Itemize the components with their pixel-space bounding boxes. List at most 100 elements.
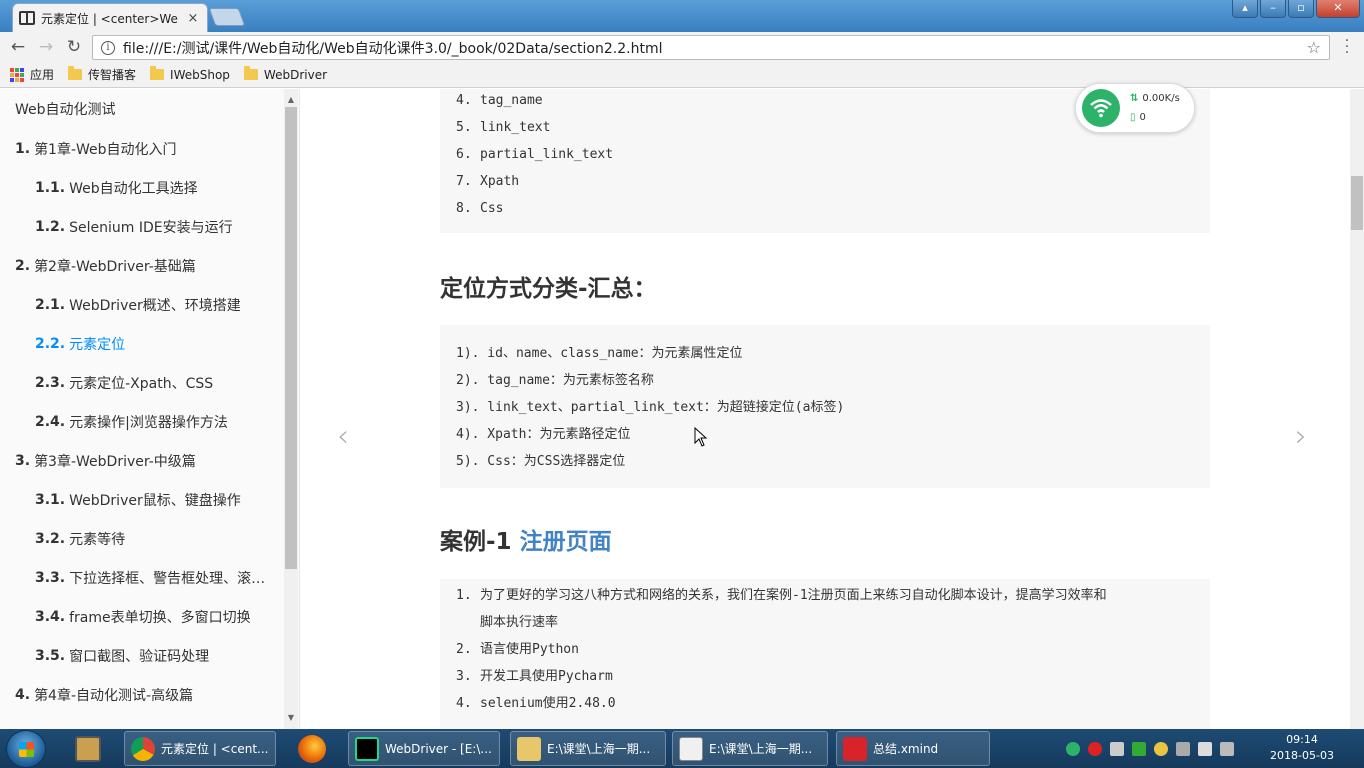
item-label: WebDriver鼠标、键盘操作 — [69, 492, 241, 509]
sidebar-item[interactable]: 2.3. 元素定位-Xpath、CSS — [0, 363, 299, 402]
item-number: 3.1. — [35, 491, 66, 508]
minimize-button[interactable]: – — [1260, 0, 1286, 18]
bookmark-label: WebDriver — [263, 67, 328, 82]
item-label: Web自动化工具选择 — [69, 180, 198, 197]
scroll-down-icon[interactable]: ▼ — [284, 713, 298, 722]
task-explorer-1[interactable]: E:\课堂\上海一期... — [510, 731, 666, 766]
folder-icon — [150, 66, 165, 80]
flag-icon[interactable] — [1176, 741, 1190, 756]
browser-tab[interactable]: 元素定位 | <center>We × — [12, 3, 208, 32]
chrome-icon — [131, 736, 155, 761]
start-button[interactable] — [6, 730, 46, 768]
item-number: 2.3. — [35, 374, 66, 391]
sidebar-item[interactable]: 2. 第2章-WebDriver-基础篇 — [0, 246, 299, 285]
prev-page-icon[interactable]: ‹ — [337, 419, 349, 454]
book-title-text: Web自动化测试 — [15, 102, 116, 118]
case-heading: 案例-1 注册页面 — [440, 522, 612, 556]
volume-icon[interactable] — [1220, 741, 1234, 756]
device-tray-icon[interactable] — [1110, 741, 1124, 756]
sidebar-item[interactable]: 2.4. 元素操作|浏览器操作方法 — [0, 402, 299, 441]
sidebar-item[interactable]: 3.4. frame表单切换、多窗口切换 — [0, 597, 299, 636]
code-block-case: 1. 为了更好的学习这八种方式和网络的关系，我们在案例-1注册页面上来练习自动化脚… — [440, 579, 1210, 729]
url-text: file:///E:/测试/课件/Web自动化/Web自动化课件3.0/_boo… — [123, 40, 663, 57]
item-label: 下拉选择框、警告框处理、滚… — [69, 570, 266, 587]
bookmark-label: 传智播客 — [88, 68, 137, 82]
sidebar-scrollbar-thumb[interactable] — [285, 107, 297, 569]
sidebar-item[interactable]: 3.2. 元素等待 — [0, 519, 299, 558]
tab-title: 元素定位 | <center>We — [41, 11, 178, 26]
sidebar-item[interactable]: 3.5. 窗口截图、验证码处理 — [0, 636, 299, 675]
sidebar-item[interactable]: 4. 第4章-自动化测试-高级篇 — [0, 675, 299, 714]
reload-icon[interactable]: ↻ — [64, 37, 84, 57]
item-number: 2.4. — [35, 413, 66, 430]
bookmark-apps[interactable]: 应用 — [10, 66, 54, 83]
sidebar-item[interactable]: 1. 第1章-Web自动化入门 — [0, 129, 299, 168]
record-icon[interactable] — [1088, 741, 1102, 756]
line-text: 脚本执行速率 — [480, 615, 559, 630]
sidebar-item[interactable]: 2.1. WebDriver概述、环境搭建 — [0, 285, 299, 324]
network-speed: 0.00K/s — [1142, 93, 1180, 104]
item-label: 第2章-WebDriver-基础篇 — [34, 258, 196, 275]
close-button[interactable]: ✕ — [1316, 0, 1360, 18]
network-speed-widget[interactable]: ⇅ 0.00K/s ▯ 0 — [1075, 83, 1195, 133]
line-text: partial_link_text — [480, 147, 614, 162]
back-icon[interactable]: ← — [8, 37, 28, 57]
task-label: 总结.xmind — [873, 742, 939, 756]
next-page-icon[interactable]: › — [1295, 419, 1307, 454]
xmind-icon — [843, 736, 867, 761]
update-icon[interactable] — [1132, 741, 1146, 756]
info-icon[interactable]: i — [101, 40, 115, 55]
task-explorer-2[interactable]: E:\课堂\上海一期... — [672, 731, 828, 766]
address-bar[interactable]: i file:///E:/测试/课件/Web自动化/Web自动化课件3.0/_b… — [92, 35, 1330, 60]
clock-date: 2018-05-03 — [1270, 749, 1334, 762]
task-xmind[interactable]: 总结.xmind — [836, 731, 990, 766]
cloud-icon[interactable] — [1154, 741, 1168, 756]
firefox-icon[interactable] — [290, 731, 334, 766]
item-number: 2.2. — [35, 335, 66, 352]
item-number: 3.2. — [35, 530, 66, 547]
book-icon — [19, 11, 35, 25]
line-text: Css — [480, 201, 504, 216]
line-number: 2. — [456, 642, 472, 657]
battery-icon[interactable] — [1198, 741, 1212, 756]
wifi-tray-icon[interactable] — [1066, 741, 1080, 756]
chart-doc-icon — [679, 736, 703, 761]
bookmark-folder[interactable]: WebDriver — [243, 66, 328, 82]
line-text: 开发工具使用Pycharm — [480, 669, 613, 684]
speed-arrows-icon: ⇅ — [1130, 93, 1139, 104]
code-block-summary: 1). id、name、class_name：为元素属性定位 2). tag_n… — [440, 325, 1210, 488]
sidebar-item[interactable]: 1.1. Web自动化工具选择 — [0, 168, 299, 207]
bookmark-star-icon[interactable]: ☆ — [1307, 38, 1321, 57]
item-label: 第3章-WebDriver-中级篇 — [34, 453, 196, 470]
book-title[interactable]: Web自动化测试 — [0, 89, 299, 129]
menu-icon[interactable]: · · · — [1340, 34, 1354, 60]
sidebar-item[interactable]: 3.3. 下拉选择框、警告框处理、滚… — [0, 558, 299, 597]
register-page-link[interactable]: 注册页面 — [520, 529, 612, 555]
system-clock[interactable]: 09:14 2018-05-03 — [1266, 732, 1338, 764]
line-text: Xpath — [480, 174, 520, 189]
user-icon[interactable]: ▴ — [1232, 0, 1258, 18]
sidebar-item[interactable]: 3. 第3章-WebDriver-中级篇 — [0, 441, 299, 480]
bookmark-folder[interactable]: 传智播客 — [68, 66, 136, 83]
sidebar-item-active[interactable]: 2.2. 元素定位 — [0, 324, 299, 363]
code-line: 1. 为了更好的学习这八种方式和网络的关系，我们在案例-1注册页面上来练习自动化脚… — [440, 582, 1210, 609]
item-number: 3.3. — [35, 569, 66, 586]
code-line: 8. Css — [440, 195, 1210, 222]
page-scrollbar-thumb[interactable] — [1351, 176, 1363, 230]
item-label: 元素定位-Xpath、CSS — [69, 375, 214, 392]
new-tab-button[interactable] — [208, 8, 246, 26]
sidebar-item[interactable]: 1.2. Selenium IDE安装与运行 — [0, 207, 299, 246]
task-pycharm[interactable]: WebDriver - [E:\... — [348, 731, 500, 766]
tab-close-button[interactable]: × — [185, 11, 201, 26]
maximize-button[interactable]: ▫ — [1288, 0, 1314, 18]
task-chrome[interactable]: 元素定位 | <cent... — [124, 731, 276, 766]
scroll-up-icon[interactable]: ▲ — [284, 95, 298, 104]
line-number: 5. — [456, 120, 472, 135]
bookmark-folder[interactable]: IWebShop — [150, 66, 230, 82]
item-label: 第4章-自动化测试-高级篇 — [34, 687, 194, 704]
line-number: 1. — [456, 588, 472, 603]
pinned-app-icon[interactable] — [66, 731, 110, 766]
sidebar-item[interactable]: 3.1. WebDriver鼠标、键盘操作 — [0, 480, 299, 519]
item-label: 第1章-Web自动化入门 — [34, 141, 177, 158]
forward-icon[interactable]: → — [36, 37, 56, 57]
